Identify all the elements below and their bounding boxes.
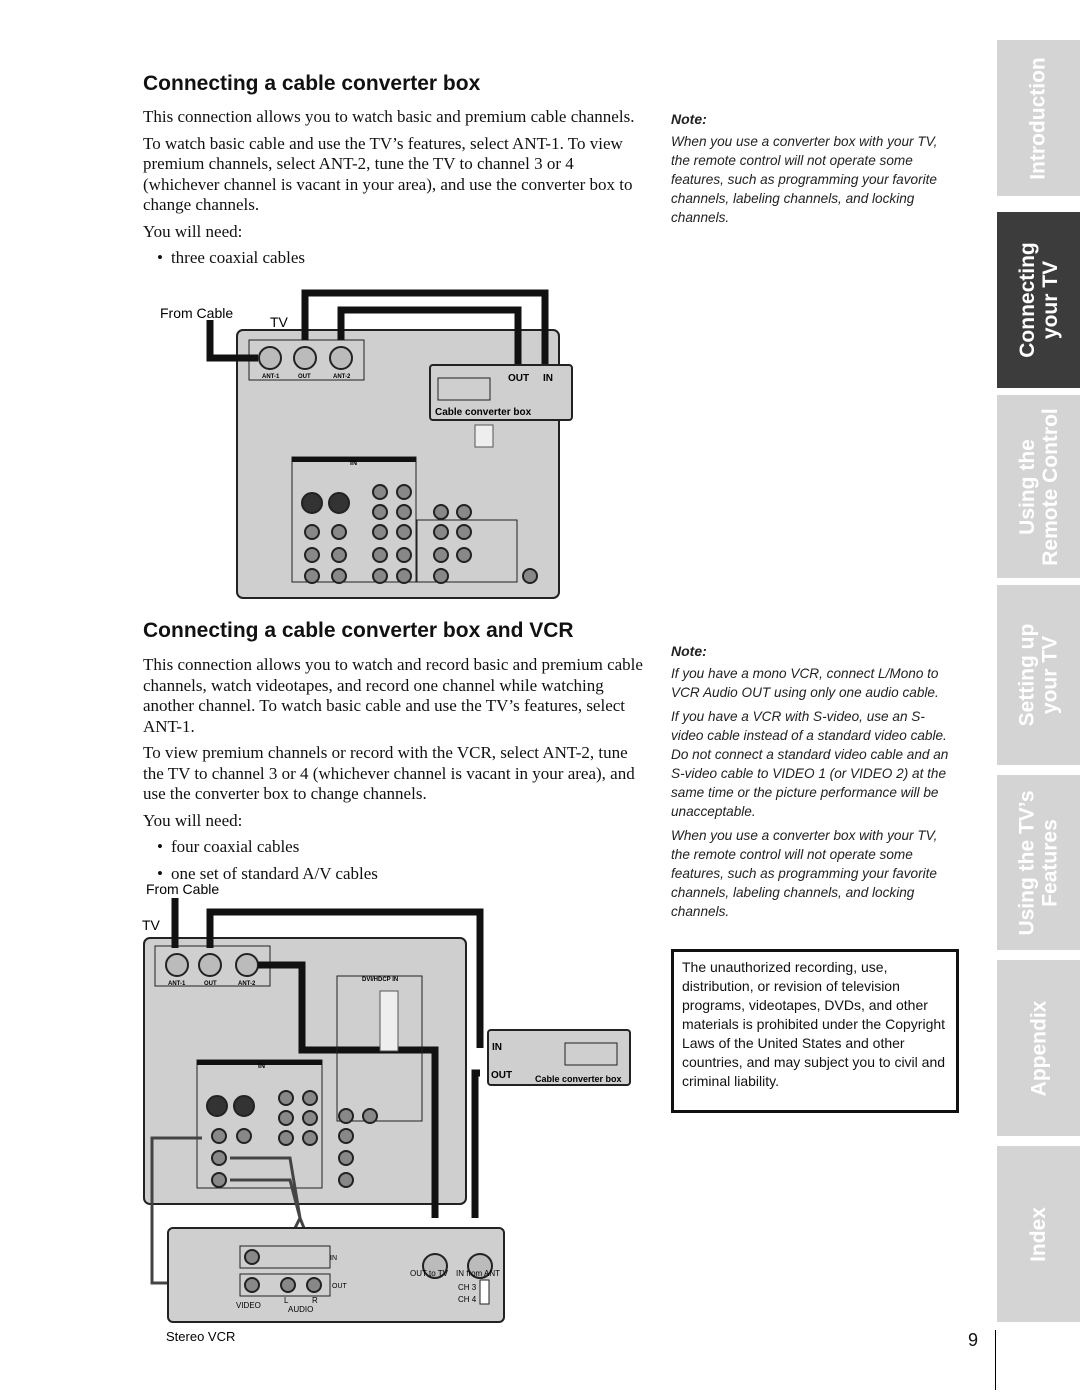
note-text: When you use a converter box with your T… [671,828,938,919]
dvi-label: DVI/HDCP IN [362,977,398,983]
ant2-label: ANT-2 [333,374,351,380]
tab-label: Appendix [1027,1000,1051,1096]
diagram-converter-box: From Cable TV ANT-1 OUT ANT-2 OUT IN Cab… [160,289,573,599]
page-number: 9 [968,1330,979,1350]
out-label: OUT [298,374,311,380]
vcr-out-label: OUT [332,1283,348,1290]
tab-using-tv-features[interactable]: Using the TV’s Features [997,775,1080,950]
tab-label: Using the TV’s Features [1015,789,1062,936]
diagram-converter-vcr: From Cable TV ANT-1 OUT ANT-2 DVI/HDCP I… [142,881,631,1344]
paragraph: You will need: [143,221,243,241]
paragraph: To watch basic cable and use the TV’s fe… [143,133,633,215]
note-title: Note: [671,111,707,127]
ant2-label: ANT-2 [238,981,256,987]
in-panel-label: IN [258,1063,265,1070]
note-2: Note: If you have a mono VCR, connect L/… [671,642,956,926]
vcr-label: Stereo VCR [166,1329,235,1344]
section1-body: This connection allows you to watch basi… [143,107,643,275]
tab-using-remote-control[interactable]: Using the Remote Control [997,395,1080,578]
tv-label: TV [142,917,161,933]
bullet-item: four coaxial cables [143,837,643,858]
ch3-label: CH 3 [458,1283,477,1292]
box-out-label: OUT [491,1070,512,1081]
box-in-label: IN [543,373,553,384]
ant1-label: ANT-1 [168,981,186,987]
in-from-ant-label: IN from ANT [456,1269,500,1278]
vcr-audio-label: AUDIO [288,1305,313,1314]
tab-label: Introduction [1027,56,1051,180]
paragraph: This connection allows you to watch basi… [143,107,635,126]
vcr-l-label: L [284,1296,289,1305]
tv-label: TV [270,314,289,330]
tab-label: Index [1026,1206,1050,1262]
manual-page: Connecting a cable converter box This co… [0,0,1080,1397]
note-text: When you use a converter box with your T… [671,134,938,225]
in-panel-label: IN [350,460,357,467]
box-label: Cable converter box [435,407,532,418]
paragraph: To view premium channels or record with … [143,743,635,803]
note-text: If you have a VCR with S-video, use an S… [671,709,949,819]
box-out-label: OUT [508,373,529,384]
section-title-converter: Connecting a cable converter box [143,72,481,95]
note-1: Note: When you use a converter box with … [671,110,956,232]
paragraph: You will need: [143,810,243,830]
copyright-notice: The unauthorized recording, use, distrib… [671,949,959,1113]
tab-label: Connecting your TV [1015,242,1062,358]
box-in-label: IN [492,1042,502,1053]
note-text: If you have a mono VCR, connect L/Mono t… [671,666,939,700]
tab-appendix[interactable]: Appendix [997,960,1080,1136]
ch4-label: CH 4 [458,1295,477,1304]
tab-index[interactable]: Index [997,1146,1080,1322]
section-title-converter-vcr: Connecting a cable converter box and VCR [143,619,574,642]
vcr-r-label: R [312,1296,318,1305]
tab-connecting-your-tv[interactable]: Connecting your TV [997,212,1080,388]
bullet-item: three coaxial cables [143,248,643,269]
paragraph: This connection allows you to watch and … [143,655,643,736]
box-label: Cable converter box [535,1074,622,1084]
out-label: OUT [204,981,217,987]
from-cable-label: From Cable [160,305,233,321]
vcr-in-label: IN [330,1255,337,1262]
out-to-tv-label: OUT to TV [410,1269,449,1278]
divider [995,1330,996,1390]
tab-introduction[interactable]: Introduction [997,40,1080,196]
note-title: Note: [671,643,707,659]
tab-label: Using the Remote Control [1015,407,1062,566]
tab-setting-up-your-tv[interactable]: Setting up your TV [997,585,1080,765]
ant1-label: ANT-1 [262,374,280,380]
vcr-video-label: VIDEO [236,1301,261,1310]
section2-body: This connection allows you to watch and … [143,655,643,890]
tab-label: Setting up your TV [1015,623,1062,727]
from-cable-label: From Cable [146,881,219,897]
